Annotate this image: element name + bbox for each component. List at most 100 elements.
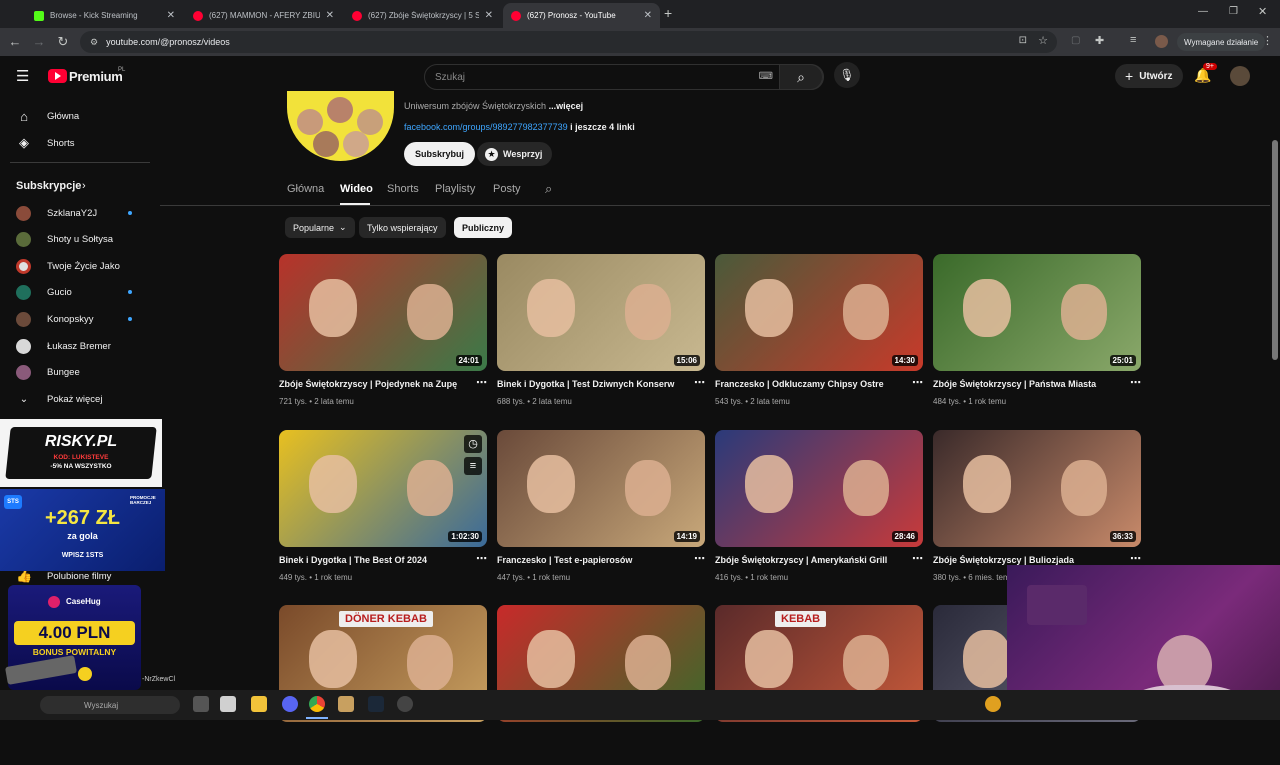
add-to-queue-icon[interactable]: ≡ [464, 457, 482, 475]
video-card[interactable]: 1:02:30 ◷ ≡ Binek i Dygotka | The Best Of 2… [279, 430, 487, 590]
tab-posts[interactable]: Posty [493, 183, 521, 195]
channel-links[interactable]: facebook.com/groups/989277982377739 i je… [404, 122, 635, 132]
close-icon[interactable]: ✕ [644, 10, 652, 21]
video-card[interactable]: 14:30 Franczesko | Odkluczamy Chipsy Ostr… [715, 254, 923, 414]
browser-tab[interactable]: Browse - Kick Streaming ✕ [26, 3, 183, 28]
more-actions-icon[interactable]: ⋯ [694, 376, 705, 389]
extensions-icon[interactable]: ✚ [1095, 34, 1104, 47]
video-card[interactable]: 25:01 Zbóje Świętokrzyscy | Państwa Miast… [933, 254, 1141, 414]
media-icon[interactable]: ≡ [1130, 34, 1136, 46]
menu-icon[interactable]: ☰ [16, 67, 29, 85]
new-tab-icon[interactable]: + [664, 5, 672, 21]
reload-icon[interactable]: ↻ [51, 34, 75, 50]
weather-icon[interactable] [985, 696, 1001, 712]
video-thumbnail[interactable]: 28:46 [715, 430, 923, 547]
more-link[interactable]: ...więcej [549, 101, 584, 111]
sidebar-sub[interactable]: Shoty u Sołtysa [0, 226, 150, 252]
close-icon[interactable]: ✕ [167, 10, 175, 21]
channel-description[interactable]: Uniwersum zbójów Świętokrzyskich ...więc… [404, 101, 583, 111]
video-thumbnail[interactable]: 15:06 [497, 254, 705, 371]
tab-playlists[interactable]: Playlisty [435, 183, 475, 195]
video-card[interactable]: KEBAB [715, 605, 923, 765]
sidebar-sub[interactable]: Konopskyy [0, 306, 150, 332]
steam-icon[interactable] [368, 696, 384, 712]
channel-search-icon[interactable]: ⌕ [545, 181, 552, 197]
profile-avatar[interactable] [1155, 35, 1168, 48]
minimize-icon[interactable]: — [1198, 6, 1208, 17]
create-button[interactable]: + Utwórz [1115, 64, 1183, 88]
more-links[interactable]: i jeszcze 4 linki [570, 122, 635, 132]
app-icon[interactable] [220, 696, 236, 712]
video-title[interactable]: Binek i Dygotka | Test Dziwnych Konserw [497, 379, 687, 389]
sidebar-sub[interactable]: Bungee [0, 359, 150, 385]
sidebar-sub[interactable]: SzklanaY2J [0, 200, 150, 226]
discord-icon[interactable] [282, 696, 298, 712]
more-actions-icon[interactable]: ⋯ [476, 376, 487, 389]
address-bar[interactable]: ⚙ youtube.com/@pronosz/videos ⊡ ☆ [80, 31, 1057, 53]
more-actions-icon[interactable]: ⋯ [912, 376, 923, 389]
keyboard-icon[interactable]: ⌨ [759, 71, 773, 82]
tab-shorts[interactable]: Shorts [387, 183, 419, 195]
filter-popular[interactable]: Popularne ⌄ [285, 217, 355, 238]
browser-tab[interactable]: (627) MAMMON - AFERY ZBIURO ✕ [185, 3, 342, 28]
video-thumbnail[interactable]: 36:33 [933, 430, 1141, 547]
chrome-icon[interactable] [309, 696, 325, 712]
restore-icon[interactable]: ❐ [1229, 6, 1238, 17]
app-icon[interactable] [338, 696, 354, 712]
video-title[interactable]: Zbóje Świętokrzyscy | Amerykański Grill [715, 555, 905, 565]
sidebar-item-shorts[interactable]: ◈ Shorts [0, 130, 150, 156]
filter-public[interactable]: Publiczny [454, 217, 513, 238]
more-actions-icon[interactable]: ⋯ [1130, 376, 1141, 389]
video-thumbnail[interactable]: 25:01 [933, 254, 1141, 371]
more-actions-icon[interactable]: ⋯ [694, 552, 705, 565]
video-card[interactable]: 28:46 Zbóje Świętokrzyscy | Amerykański G… [715, 430, 923, 590]
sidebar-sub[interactable]: Gucio [0, 279, 150, 305]
install-icon[interactable]: ⊡ [1019, 35, 1027, 46]
video-title[interactable]: Zbóje Świętokrzyscy | Państwa Miasta [933, 379, 1123, 389]
sidebar-sub[interactable]: Łukasz Bremer [0, 333, 150, 359]
sidebar-sub[interactable]: Twoje Życie Jako [0, 253, 150, 279]
site-info-icon[interactable]: ⚙ [90, 37, 98, 48]
watch-later-icon[interactable]: ◷ [464, 435, 482, 453]
more-actions-icon[interactable]: ⋯ [476, 552, 487, 565]
search-button[interactable]: ⌕ [779, 64, 823, 90]
browser-tab[interactable]: (627) Zbóje Świętokrzyscy | 5 Sz ✕ [344, 3, 501, 28]
filter-members-only[interactable]: Tylko wspierający [359, 217, 446, 238]
video-card[interactable] [497, 605, 705, 765]
sidebar-item-home[interactable]: ⌂ Główna [0, 103, 150, 129]
browser-tab-active[interactable]: (627) Pronosz - YouTube ✕ [503, 3, 660, 28]
obs-icon[interactable] [397, 696, 413, 712]
tab-videos[interactable]: Wideo [340, 183, 373, 195]
show-more-button[interactable]: ⌄ Pokaż więcej [0, 386, 150, 412]
video-thumbnail[interactable]: 14:19 [497, 430, 705, 547]
video-title[interactable]: Franczesko | Test e-papierosów [497, 555, 687, 565]
back-icon[interactable]: ← [3, 34, 27, 49]
tab-home[interactable]: Główna [287, 183, 324, 195]
action-required-button[interactable]: Wymagane działanie [1177, 33, 1266, 51]
close-icon[interactable]: ✕ [485, 10, 493, 21]
more-actions-icon[interactable]: ⋯ [912, 552, 923, 565]
video-card[interactable]: DÖNER KEBAB [279, 605, 487, 765]
more-menu-icon[interactable]: ⋮ [1262, 34, 1273, 47]
task-view-icon[interactable] [193, 696, 209, 712]
facebook-link[interactable]: facebook.com/groups/989277982377739 [404, 122, 568, 132]
video-card[interactable]: 15:06 Binek i Dygotka | Test Dziwnych Kon… [497, 254, 705, 414]
video-title[interactable]: Zbóje Świętokrzyscy | Pojedynek na Zupę [279, 379, 469, 389]
file-explorer-icon[interactable] [251, 696, 267, 712]
taskbar-search[interactable]: Wyszukaj [40, 696, 180, 714]
video-title[interactable]: Binek i Dygotka | The Best Of 2024 [279, 555, 469, 565]
video-thumbnail[interactable]: 14:30 [715, 254, 923, 371]
channel-avatar[interactable] [287, 91, 394, 161]
video-title[interactable]: Franczesko | Odkluczamy Chipsy Ostre [715, 379, 905, 389]
close-icon[interactable]: ✕ [326, 10, 334, 21]
video-thumbnail[interactable]: 1:02:30 ◷ ≡ [279, 430, 487, 547]
subscriptions-heading[interactable]: Subskrypcje › [0, 173, 150, 199]
video-thumbnail[interactable]: 24:01 [279, 254, 487, 371]
video-card[interactable]: 24:01 Zbóje Świętokrzyscy | Pojedynek na … [279, 254, 487, 414]
forward-icon[interactable]: → [27, 34, 51, 49]
video-card[interactable]: 14:19 Franczesko | Test e-papierosów ⋯ 447 … [497, 430, 705, 590]
search-input[interactable]: Szukaj ⌨ ⌕ [424, 64, 824, 90]
youtube-logo-icon[interactable] [48, 69, 67, 83]
bookmark-star-icon[interactable]: ☆ [1038, 34, 1048, 47]
more-actions-icon[interactable]: ⋯ [1130, 552, 1141, 565]
